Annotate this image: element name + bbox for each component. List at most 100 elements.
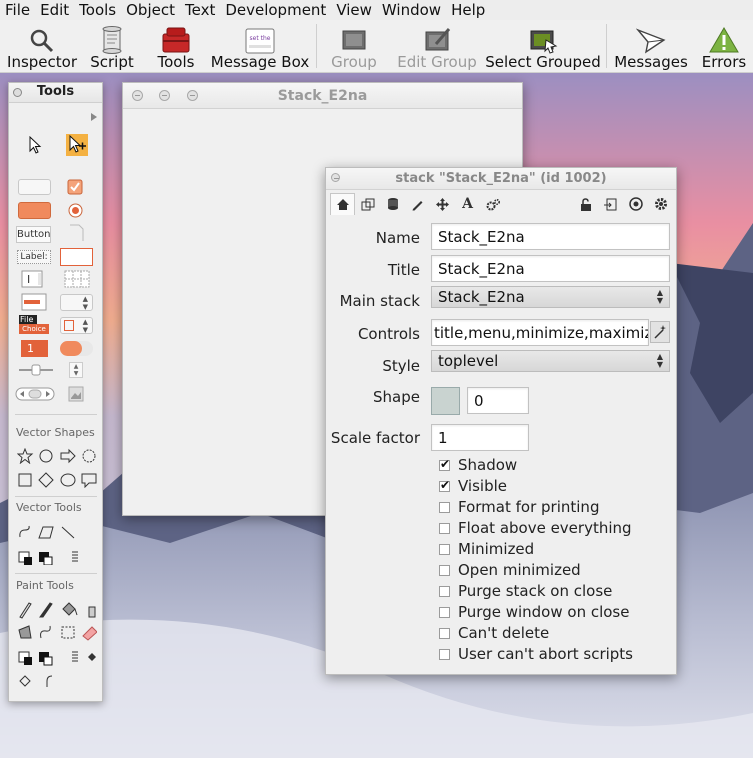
menu-text[interactable]: Text — [180, 1, 220, 19]
purge-stack-checkbox-box[interactable] — [439, 585, 450, 597]
checkbox-tool-icon[interactable] — [67, 179, 83, 195]
scale-factor-field[interactable]: 1 — [431, 424, 529, 451]
paint-curve-icon[interactable] — [40, 625, 51, 639]
shadow-checkbox[interactable]: Shadow — [439, 456, 517, 474]
arrow-shape-icon[interactable] — [60, 448, 76, 464]
line-style-icon[interactable] — [72, 551, 78, 562]
tab-basic-properties[interactable] — [330, 193, 355, 215]
line-tool-icon[interactable] — [61, 526, 75, 539]
main-stack-dropdown[interactable]: Stack_E2na ▲ ▼ — [431, 286, 670, 308]
open-minimized-checkbox[interactable]: Open minimized — [439, 561, 581, 579]
cant-abort-checkbox[interactable]: User can't abort scripts — [439, 645, 633, 663]
table-tool-icon[interactable] — [64, 270, 90, 288]
purge-window-checkbox[interactable]: Purge window on close — [439, 603, 629, 621]
name-field[interactable]: Stack_E2na — [431, 223, 670, 250]
edit-tool-icon[interactable] — [66, 134, 88, 156]
cant-delete-checkbox[interactable]: Can't delete — [439, 624, 549, 642]
visible-checkbox[interactable]: Visible — [439, 477, 507, 495]
pattern-icon[interactable] — [88, 653, 96, 661]
script-button[interactable]: Script — [88, 20, 136, 72]
image-tool-icon[interactable] — [68, 386, 84, 402]
menu-tools[interactable]: Tools — [74, 1, 121, 19]
edit-group-button[interactable]: Edit Group — [397, 20, 477, 72]
menu-development[interactable]: Development — [220, 1, 331, 19]
brush-icon[interactable] — [39, 602, 53, 618]
menu-help[interactable]: Help — [446, 1, 490, 19]
option-menu-tool[interactable]: ▲ ▼ — [60, 294, 93, 311]
tab-icons[interactable] — [355, 193, 380, 215]
push-button-tool[interactable] — [18, 179, 51, 195]
menu-window[interactable]: Window — [377, 1, 446, 19]
open-minimized-checkbox-box[interactable] — [439, 564, 450, 576]
minimized-checkbox[interactable]: Minimized — [439, 540, 534, 558]
radio-button-tool-icon[interactable] — [68, 203, 83, 218]
controls-field[interactable]: title,menu,minimize,maximize,c — [431, 319, 649, 346]
scroller-tool-icon[interactable] — [15, 387, 55, 401]
menu-edit[interactable]: Edit — [35, 1, 74, 19]
message-box-button[interactable]: set the Message Box — [211, 20, 309, 72]
text-area-tool-icon[interactable]: I — [21, 270, 43, 288]
purge-window-checkbox-box[interactable] — [439, 606, 450, 618]
polygon-gear-icon[interactable] — [82, 449, 96, 463]
purge-stack-checkbox[interactable]: Purge stack on close — [439, 582, 612, 600]
target-button[interactable] — [623, 193, 648, 215]
tab-geometry[interactable] — [430, 193, 455, 215]
tab-custom-properties[interactable] — [380, 193, 405, 215]
errors-button[interactable]: Errors — [700, 20, 748, 72]
scrolling-list-tool-icon[interactable] — [21, 293, 47, 311]
paint-polygon-icon[interactable] — [18, 625, 32, 639]
slider-tool-icon[interactable] — [17, 364, 55, 376]
spinbox-tool[interactable]: 1 — [21, 340, 48, 357]
shape-id-field[interactable]: 0 — [467, 387, 529, 414]
bucket-icon[interactable] — [62, 602, 76, 616]
oval-icon[interactable] — [39, 449, 53, 463]
format-for-printing-checkbox[interactable]: Format for printing — [439, 498, 599, 516]
diamond-icon[interactable] — [38, 472, 54, 488]
shape-preview[interactable] — [431, 387, 460, 415]
open-in-new-button[interactable] — [598, 193, 623, 215]
inspector-button[interactable]: Inspector — [6, 20, 78, 72]
default-button-tool[interactable] — [18, 202, 51, 219]
callout-icon[interactable] — [81, 473, 97, 488]
ellipse-icon[interactable] — [60, 473, 76, 487]
label-tool[interactable]: Label: — [17, 250, 51, 264]
eraser-icon[interactable] — [82, 626, 97, 641]
browse-tool-icon[interactable] — [27, 136, 43, 154]
button-tool[interactable]: Button — [16, 226, 51, 243]
spray-can-icon[interactable] — [88, 606, 96, 618]
controls-picker-button[interactable] — [650, 321, 670, 343]
group-button[interactable]: Group — [330, 20, 378, 72]
style-dropdown[interactable]: toplevel ▲ ▼ — [431, 350, 670, 372]
file-choice-tool[interactable]: File Choice — [19, 315, 52, 335]
menu-object[interactable]: Object — [121, 1, 180, 19]
curve-tool-icon[interactable] — [19, 525, 30, 538]
field-tool[interactable] — [60, 248, 93, 266]
settings-button[interactable] — [648, 193, 673, 215]
paint-diamond-icon[interactable] — [19, 675, 31, 687]
star-icon[interactable] — [17, 448, 34, 464]
tools-button[interactable]: Tools — [154, 20, 198, 72]
combo-box-tool[interactable]: ▲ ▼ — [60, 317, 93, 334]
tab-text-formatting[interactable]: A — [455, 193, 480, 215]
visible-checkbox-box[interactable] — [439, 478, 450, 492]
shadow-checkbox-box[interactable] — [439, 457, 450, 471]
expand-arrow-icon[interactable] — [89, 112, 99, 122]
float-above-checkbox-box[interactable] — [439, 522, 450, 534]
cant-abort-checkbox-box[interactable] — [439, 648, 450, 660]
title-field[interactable]: Stack_E2na — [431, 255, 670, 282]
polygon-tool-icon[interactable] — [38, 526, 54, 539]
tab-advanced[interactable] — [480, 193, 505, 215]
inspector-titlebar[interactable]: stack "Stack_E2na" (id 1002) — [326, 168, 676, 190]
pencil-icon[interactable] — [19, 602, 32, 619]
format-for-printing-checkbox-box[interactable] — [439, 501, 450, 513]
tab-panel-tool-icon[interactable] — [69, 223, 85, 243]
rectangle-icon[interactable] — [18, 473, 32, 487]
scrollbar-tool[interactable]: ▲ ▼ — [69, 362, 83, 378]
stack-window-titlebar[interactable]: Stack_E2na — [123, 83, 522, 109]
tab-colors[interactable] — [405, 193, 430, 215]
palette-titlebar[interactable]: Tools — [9, 83, 102, 103]
float-above-checkbox[interactable]: Float above everything — [439, 519, 632, 537]
messages-button[interactable]: Messages — [614, 20, 688, 72]
select-grouped-button[interactable]: Select Grouped — [485, 20, 601, 72]
menu-file[interactable]: File — [0, 1, 35, 19]
